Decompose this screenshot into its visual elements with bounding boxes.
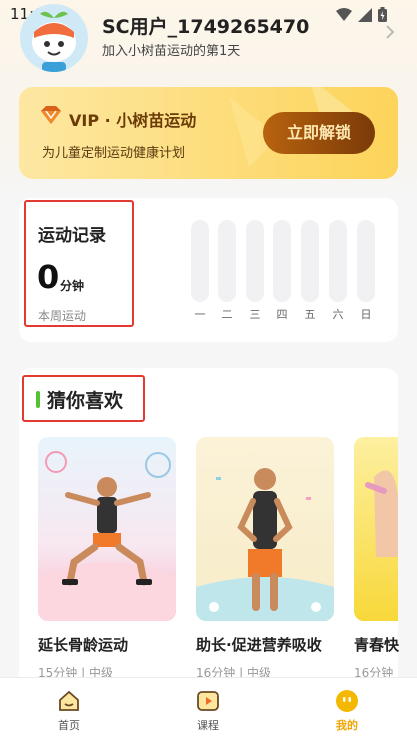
tab-label: 我的 <box>336 719 358 732</box>
bottom-tab-bar: 首页 课程 我的 <box>0 677 417 741</box>
course-thumbnail[interactable] <box>196 437 334 621</box>
day-label: 三 <box>249 308 261 321</box>
course-title[interactable]: 青春快 <box>354 634 399 655</box>
avatar[interactable] <box>20 4 88 72</box>
vip-title: VIP · 小树苗运动 <box>69 111 197 130</box>
recommend-title: 猜你喜欢 <box>47 390 124 412</box>
vip-diamond-icon <box>41 106 61 124</box>
sprout-mascot-icon <box>20 4 88 72</box>
day-label: 六 <box>332 308 344 321</box>
status-icons <box>336 7 387 22</box>
course-title[interactable]: 延长骨龄运动 <box>38 634 128 655</box>
day-label: 二 <box>221 308 233 321</box>
home-icon <box>59 690 79 711</box>
day-bar <box>218 220 236 302</box>
record-period: 本周运动 <box>38 309 87 323</box>
record-title: 运动记录 <box>38 226 106 246</box>
section-marker <box>36 391 40 408</box>
day-bar <box>273 220 291 302</box>
record-unit: 分钟 <box>60 279 85 293</box>
day-label: 四 <box>276 308 288 321</box>
unlock-button[interactable]: 立即解锁 <box>263 112 375 154</box>
wifi-icon <box>336 7 352 21</box>
athlete-image <box>365 470 398 557</box>
tab-label: 首页 <box>58 719 80 732</box>
signal-icon <box>358 7 372 22</box>
chevron-right-icon[interactable] <box>385 24 395 40</box>
day-label: 日 <box>360 308 372 321</box>
tab-label: 课程 <box>197 719 219 732</box>
day-bar <box>357 220 375 302</box>
play-course-icon <box>197 691 219 711</box>
course-title[interactable]: 助长·促进营养吸收 <box>196 634 322 655</box>
day-bar <box>246 220 264 302</box>
profile-face-icon <box>336 690 358 712</box>
vip-subtitle: 为儿童定制运动健康计划 <box>42 146 186 161</box>
athlete-image <box>38 451 176 621</box>
day-bar <box>329 220 347 302</box>
course-thumbnail[interactable] <box>354 437 398 621</box>
course-thumbnail[interactable] <box>38 437 176 621</box>
tab-mine[interactable]: 我的 <box>297 678 397 741</box>
user-name: SC用户_1749265470 <box>102 16 310 38</box>
record-minutes: 0 <box>37 258 60 296</box>
day-label: 五 <box>304 308 316 321</box>
tab-course[interactable]: 课程 <box>158 678 258 741</box>
day-bar <box>301 220 319 302</box>
battery-icon <box>378 7 387 22</box>
day-bar <box>191 220 209 302</box>
tab-home[interactable]: 首页 <box>19 678 119 741</box>
day-label: 一 <box>194 308 206 321</box>
vip-banner[interactable]: VIP · 小树苗运动 为儿童定制运动健康计划 立即解锁 <box>19 87 398 179</box>
athlete-image <box>196 468 334 621</box>
join-days-text: 加入小树苗运动的第1天 <box>102 44 241 59</box>
